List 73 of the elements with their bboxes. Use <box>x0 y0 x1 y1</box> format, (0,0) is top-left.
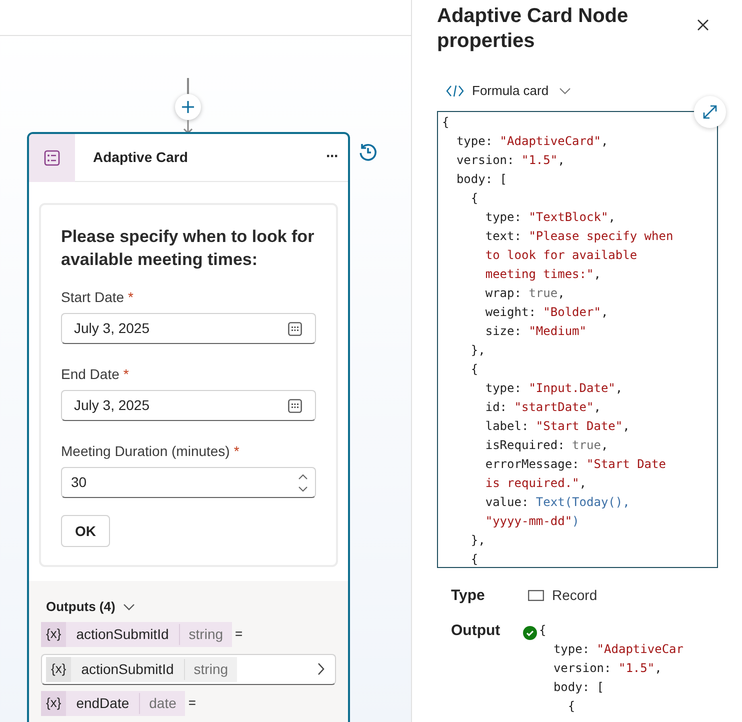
code-line: is required.", <box>484 474 588 492</box>
connector-arrow <box>182 120 194 134</box>
date-field[interactable]: July 3, 2025 <box>61 390 316 421</box>
code-line: { <box>539 622 548 639</box>
close-icon <box>697 19 709 31</box>
variable-token: {x} <box>46 656 72 682</box>
code-line: body: [ <box>552 679 606 696</box>
history-icon[interactable] <box>358 142 378 162</box>
required-mark: * <box>128 288 134 307</box>
code-line: weight: "Bolder", <box>484 304 610 321</box>
variable-name: actionSubmitId <box>71 658 185 680</box>
node-title: Adaptive Card <box>93 148 189 167</box>
chevron-down-icon <box>558 86 571 95</box>
equals-sign: = <box>235 625 243 644</box>
code-line: wrap: true, <box>484 284 566 302</box>
calendar-icon[interactable] <box>288 322 302 336</box>
code-icon <box>446 84 464 97</box>
value-field[interactable]: {x} actionSubmitId string <box>41 654 336 684</box>
expand-icon <box>702 104 718 120</box>
code-line: to look for available <box>484 246 638 264</box>
code-line: text: "Please specify when <box>484 228 674 244</box>
add-step-button[interactable] <box>175 94 201 120</box>
code-line: { <box>470 360 480 378</box>
plus-icon <box>181 100 195 114</box>
output-label: Output <box>451 621 502 641</box>
required-mark: * <box>234 442 240 461</box>
code-line: label: "Start Date", <box>484 418 631 434</box>
code-editor[interactable] <box>437 110 718 568</box>
variable-type: string <box>192 660 230 679</box>
required-mark: * <box>123 365 129 384</box>
code-line: body: [ <box>455 170 508 188</box>
formula-card-dropdown[interactable]: Formula card <box>446 81 571 100</box>
code-line: { <box>442 114 450 130</box>
form-heading: Please specify when to look for available meeting times: <box>61 226 316 271</box>
equals-sign: = <box>188 694 196 712</box>
panel-title: Adaptive Card Node properties <box>437 4 630 54</box>
code-line: type: "TextBlock", <box>484 208 616 226</box>
code-line: }, <box>470 532 486 548</box>
variable-chip[interactable]: {x} actionSubmitId string <box>41 622 232 646</box>
close-button[interactable] <box>697 19 709 31</box>
code-line: size: "Medium" <box>484 322 588 340</box>
form-icon <box>44 150 60 166</box>
code-line: value: Text(Today(), <box>484 494 631 510</box>
code-line: { <box>566 698 576 715</box>
ok-button[interactable]: OK <box>61 515 110 547</box>
code-line: isRequired: true, <box>484 436 610 454</box>
field-label: End Date <box>61 365 120 384</box>
code-line: version: "1.5", <box>552 660 663 677</box>
type-label: Type <box>451 586 486 606</box>
more-button[interactable]: ··· <box>326 146 338 169</box>
date-field[interactable]: July 3, 2025 <box>61 313 316 344</box>
number-field[interactable]: 30 <box>61 467 316 498</box>
chevron-down-icon <box>123 602 136 611</box>
code-line: type: "AdaptiveCar <box>552 641 684 658</box>
code-line: "yyyy-mm-dd") <box>484 512 580 530</box>
field-label: Meeting Duration (minutes) <box>61 442 230 461</box>
record-icon <box>528 590 544 602</box>
code-line: type: "AdaptiveCard", <box>455 132 610 150</box>
field-label: Start Date <box>61 288 124 307</box>
outputs-toggle[interactable]: Outputs (4) <box>46 597 136 616</box>
variable-chip[interactable]: {x} endDate date <box>41 690 186 716</box>
type-value: Record <box>552 586 598 606</box>
code-line: type: "Input.Date", <box>484 380 624 396</box>
chevron-right-icon[interactable] <box>317 662 325 676</box>
code-line: meeting times:", <box>484 266 602 283</box>
code-line: errorMessage: "Start Date <box>484 456 667 473</box>
code-line: }, <box>470 342 486 358</box>
expand-button[interactable] <box>694 96 726 128</box>
calendar-icon[interactable] <box>288 398 302 412</box>
code-line: { <box>470 190 480 206</box>
code-line: { <box>470 550 480 566</box>
code-line: id: "startDate", <box>484 398 602 416</box>
code-line: version: "1.5", <box>455 152 566 168</box>
